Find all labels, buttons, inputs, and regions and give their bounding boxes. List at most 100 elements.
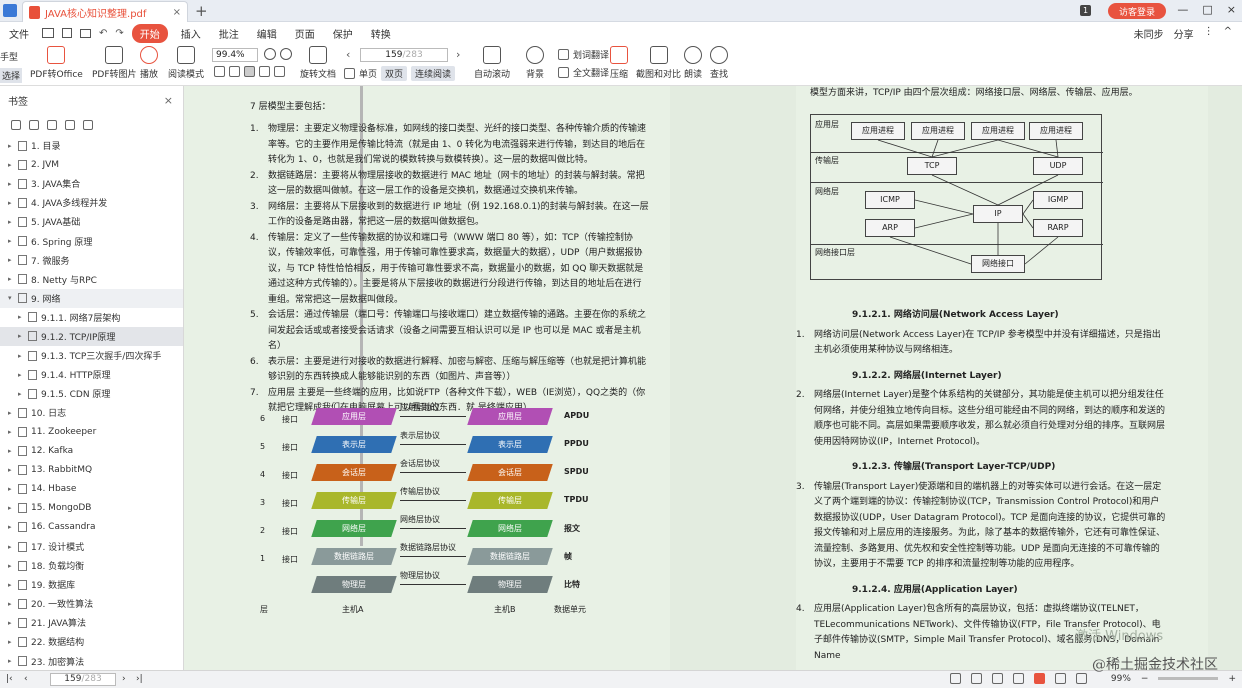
expand-arrow-icon[interactable]: ▸: [8, 466, 16, 474]
expand-arrow-icon[interactable]: ▸: [18, 371, 26, 379]
bookmark-item[interactable]: ▸14. Hbase: [0, 480, 183, 499]
open-folder-icon[interactable]: [42, 28, 54, 38]
actual-size-icon[interactable]: [244, 66, 255, 77]
menu-protect[interactable]: 保护: [324, 26, 362, 41]
print-icon[interactable]: [80, 29, 91, 38]
bookmark-item[interactable]: ▸20. 一致性算法: [0, 594, 183, 613]
expand-arrow-icon[interactable]: ▸: [8, 275, 16, 283]
expand-arrow-icon[interactable]: ▸: [18, 332, 26, 340]
redo-icon[interactable]: ↷: [115, 28, 123, 39]
save-icon[interactable]: [62, 28, 72, 38]
expand-arrow-icon[interactable]: ▸: [8, 180, 16, 188]
bookmark-item[interactable]: ▸9.1.2. TCP/IP原理: [0, 327, 183, 346]
play-status-icon[interactable]: [1034, 673, 1045, 684]
expand-arrow-icon[interactable]: ▸: [18, 313, 26, 321]
bookmark-item[interactable]: ▸13. RabbitMQ: [0, 461, 183, 480]
zoom-plus-icon[interactable]: +: [1228, 674, 1236, 684]
double-page-button[interactable]: 双页: [381, 66, 407, 81]
bookmark-item[interactable]: ▸10. 日志: [0, 403, 183, 422]
expand-arrow-icon[interactable]: ▸: [8, 237, 16, 245]
expand-arrow-icon[interactable]: ▸: [8, 562, 16, 570]
bookmark-item[interactable]: ▸11. Zookeeper: [0, 422, 183, 441]
expand-arrow-icon[interactable]: ▸: [8, 657, 16, 665]
window-count-badge[interactable]: 1: [1080, 5, 1091, 16]
prev-page-status-icon[interactable]: ‹: [24, 674, 28, 684]
expand-arrow-icon[interactable]: ▸: [8, 543, 16, 551]
bookmark-item[interactable]: ▸2. JVM: [0, 155, 183, 174]
close-window-button[interactable]: ×: [1227, 3, 1236, 16]
more-icon[interactable]: ⋮: [1204, 26, 1214, 41]
maximize-button[interactable]: □: [1202, 3, 1212, 16]
pdf-to-office-button[interactable]: PDF转Office: [30, 46, 83, 80]
bookmark-item[interactable]: ▸22. 数据结构: [0, 632, 183, 651]
expand-arrow-icon[interactable]: ▾: [8, 294, 16, 302]
rotate-doc-button[interactable]: 旋转文档: [300, 46, 336, 80]
bookmark-item[interactable]: ▸9.1.5. CDN 原理: [0, 384, 183, 403]
expand-arrow-icon[interactable]: ▸: [8, 581, 16, 589]
bookmark-settings-icon[interactable]: [83, 120, 93, 130]
bookmark-item[interactable]: ▸19. 数据库: [0, 575, 183, 594]
zoom-in-icon[interactable]: [280, 48, 292, 60]
expand-arrow-icon[interactable]: ▸: [18, 390, 26, 398]
expand-arrow-icon[interactable]: ▸: [8, 523, 16, 531]
prev-page-icon[interactable]: ‹: [346, 48, 350, 61]
close-sidebar-icon[interactable]: ×: [164, 94, 173, 107]
minimize-button[interactable]: —: [1177, 3, 1188, 16]
menu-start[interactable]: 开始: [132, 24, 168, 43]
zoom-out-icon[interactable]: [264, 48, 276, 60]
menu-page[interactable]: 页面: [286, 26, 324, 41]
expand-arrow-icon[interactable]: ▸: [8, 619, 16, 627]
menu-annotate[interactable]: 批注: [210, 26, 248, 41]
bookmark-item[interactable]: ▸12. Kafka: [0, 442, 183, 461]
zoom-status[interactable]: 99%: [1111, 674, 1131, 684]
first-page-icon[interactable]: |‹: [6, 674, 13, 684]
close-tab-icon[interactable]: ×: [173, 7, 181, 18]
bookmark-item[interactable]: ▸8. Netty 与RPC: [0, 270, 183, 289]
expand-arrow-icon[interactable]: ▸: [8, 161, 16, 169]
pdf-to-image-button[interactable]: PDF转图片: [92, 46, 137, 80]
collapse-ribbon-icon[interactable]: ^: [1224, 26, 1232, 41]
rotate-left-icon[interactable]: [274, 66, 285, 77]
translate-word-button[interactable]: 划词翻译: [573, 48, 609, 61]
bookmark-item[interactable]: ▸7. 微服务: [0, 251, 183, 270]
menu-convert[interactable]: 转换: [362, 26, 400, 41]
menu-insert[interactable]: 插入: [172, 26, 210, 41]
menu-edit[interactable]: 编辑: [248, 26, 286, 41]
visitor-login-button[interactable]: 访客登录: [1108, 3, 1166, 19]
background-button[interactable]: 背景: [526, 46, 544, 80]
expand-arrow-icon[interactable]: ▸: [8, 504, 16, 512]
expand-arrow-icon[interactable]: ▸: [8, 199, 16, 207]
bookmark-item[interactable]: ▾9. 网络: [0, 289, 183, 308]
bookmark-item[interactable]: ▸9.1.1. 网络7层架构: [0, 308, 183, 327]
continuous-button[interactable]: 连续阅读: [411, 66, 455, 81]
single-view-icon[interactable]: [971, 673, 982, 684]
menu-icon[interactable]: [3, 4, 17, 17]
delete-bookmark-icon[interactable]: [65, 120, 75, 130]
bookmark-item[interactable]: ▸3. JAVA集合: [0, 174, 183, 193]
auto-scroll-button[interactable]: 自动滚动: [474, 46, 510, 80]
collapse-all-icon[interactable]: [29, 120, 39, 130]
status-page-input[interactable]: 159/283: [50, 673, 116, 686]
fit-height-icon[interactable]: [259, 66, 270, 77]
next-page-status-icon[interactable]: ›: [122, 674, 126, 684]
bookmark-item[interactable]: ▸23. 加密算法: [0, 652, 183, 671]
screenshot-compare-button[interactable]: 截图和对比: [636, 46, 681, 80]
compress-button[interactable]: 压缩: [610, 46, 628, 80]
read-mode-button[interactable]: 阅读模式: [168, 46, 204, 80]
sync-status[interactable]: 未同步: [1134, 26, 1164, 41]
play-button[interactable]: 播放: [140, 46, 158, 80]
expand-arrow-icon[interactable]: ▸: [8, 142, 16, 150]
zoom-select[interactable]: 99.4%: [212, 48, 258, 62]
page-number-input[interactable]: 159/283: [360, 48, 448, 62]
menu-file[interactable]: 文件: [0, 26, 38, 41]
expand-arrow-icon[interactable]: ▸: [8, 409, 16, 417]
document-tab[interactable]: JAVA核心知识整理.pdf ×: [22, 1, 188, 22]
single-page-button[interactable]: 单页: [359, 67, 377, 80]
bookmark-item[interactable]: ▸1. 目录: [0, 136, 183, 155]
zoom-slider[interactable]: [1158, 677, 1218, 680]
bookmark-item[interactable]: ▸21. JAVA算法: [0, 613, 183, 632]
expand-arrow-icon[interactable]: ▸: [18, 352, 26, 360]
expand-arrow-icon[interactable]: ▸: [8, 600, 16, 608]
next-page-icon[interactable]: ›: [456, 48, 460, 61]
bookmark-item[interactable]: ▸17. 设计模式: [0, 537, 183, 556]
